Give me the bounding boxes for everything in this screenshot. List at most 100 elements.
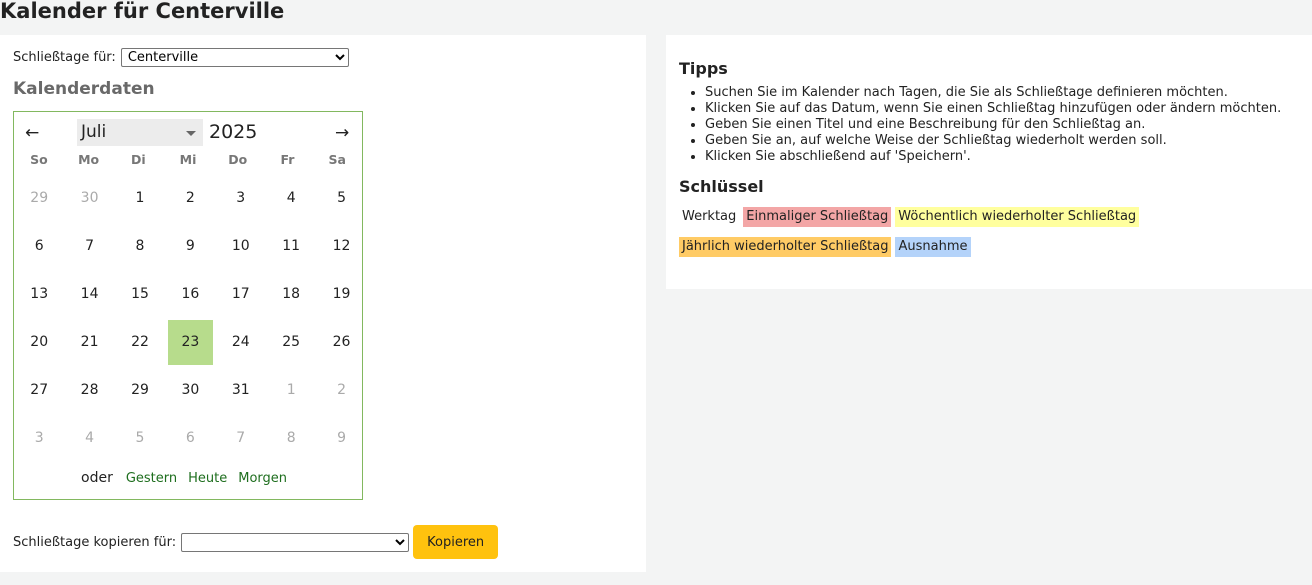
calendar-day[interactable]: 22 [115,318,165,366]
tip-item: Suchen Sie im Kalender nach Tagen, die S… [705,85,1281,101]
yesterday-link[interactable]: Gestern [126,471,177,486]
weekday-label: Sa [328,152,346,167]
calendar-day[interactable]: 29 [14,174,64,222]
calendar-day[interactable]: 2 [316,366,366,414]
calendar-day[interactable]: 3 [216,174,266,222]
chevron-down-icon [186,131,196,136]
calendar-footer: oder Gestern Heute Morgen [14,470,362,486]
calendar-day[interactable]: 5 [316,174,366,222]
weekday-label: Fr [280,152,295,167]
calendar-day[interactable]: 8 [115,222,165,270]
year-label[interactable]: 2025 [209,121,257,143]
calendar-header: ← Juli 2025 → [14,112,362,152]
calendar-day-number: 2 [185,190,195,206]
copy-label: Schließtage kopieren für: [13,534,177,550]
key-exception: Ausnahme [895,237,971,257]
calendar-day-number: 30 [181,382,200,398]
weekday-label: Mi [179,152,197,167]
calendar-day-number: 12 [332,238,351,254]
calendar-day-number: 29 [30,190,49,206]
calendar-day[interactable]: 8 [266,414,316,462]
calendar-day[interactable]: 4 [266,174,316,222]
calendar-day[interactable]: 28 [64,366,114,414]
calendar-day[interactable]: 5 [115,414,165,462]
calendar-day[interactable]: 11 [266,222,316,270]
copy-library-select[interactable] [181,532,410,552]
calendar-day-number: 28 [80,382,99,398]
calendar-day-number: 18 [282,286,301,302]
calendar-day-number: 22 [131,334,149,350]
tips-heading: Tipps [679,59,728,78]
calendar-day-number: 11 [282,238,301,254]
key-single-closed: Einmaliger Schließtag [743,207,892,227]
calendar-day[interactable]: 19 [316,270,366,318]
tomorrow-link[interactable]: Morgen [238,471,287,486]
library-select[interactable]: Centerville [120,48,349,67]
closed-for-row: Schließtage für: Centerville [13,48,349,67]
calendar-day[interactable]: 12 [316,222,366,270]
calendar-day[interactable]: 6 [165,414,215,462]
calendar-day[interactable]: 1 [266,366,316,414]
calendar-day[interactable]: 31 [216,366,266,414]
tip-item: Geben Sie einen Titel und eine Beschreib… [705,117,1281,133]
tip-item: Geben Sie an, auf welche Weise der Schli… [705,133,1281,149]
tips-list: Suchen Sie im Kalender nach Tagen, die S… [679,85,1281,165]
calendar-day[interactable]: 9 [316,414,366,462]
calendar-day[interactable]: 4 [64,414,114,462]
calendar-day-number: 1 [286,382,296,398]
month-select[interactable]: Juli [77,119,203,146]
calendar-day[interactable]: 30 [165,366,215,414]
calendar-day[interactable]: 26 [316,318,366,366]
prev-month-arrow-icon[interactable]: ← [25,123,39,143]
calendar-day-number: 3 [34,430,44,446]
page-title: Kalender für Centerville [0,0,285,23]
calendar-day-number: 8 [135,238,145,254]
key-row: Jährlich wiederholter Schließtag Ausnahm… [679,237,975,257]
copy-row: Schließtage kopieren für: Kopieren [13,525,499,559]
calendar-day-number: 2 [337,382,346,398]
calendar-day[interactable]: 7 [64,222,114,270]
weekday-header: So Mo Di Mi Do Fr Sa [14,152,362,174]
calendar-day[interactable]: 20 [14,318,64,366]
calendar-day-number: 6 [34,238,44,254]
calendar-day-number: 13 [30,286,49,302]
calendar-day[interactable]: 7 [216,414,266,462]
calendar-day[interactable]: 16 [165,270,215,318]
calendar-day[interactable]: 9 [165,222,215,270]
calendar-day-number: 9 [337,430,346,446]
calendar-day-number: 19 [332,286,351,302]
calendar-day-number: 4 [85,430,95,446]
calendar-heading: Kalenderdaten [13,79,155,99]
calendar-day[interactable]: 13 [14,270,64,318]
calendar-day-number: 15 [131,286,149,302]
or-label: oder [81,470,113,486]
calendar-day[interactable]: 10 [216,222,266,270]
weekday-label: Mo [78,152,100,167]
calendar-day[interactable]: 25 [266,318,316,366]
calendar-day-number: 9 [185,238,195,254]
calendar-day[interactable]: 3 [14,414,64,462]
calendar-day[interactable]: 18 [266,270,316,318]
calendar-day[interactable]: 17 [216,270,266,318]
calendar-day[interactable]: 21 [64,318,114,366]
calendar-day[interactable]: 1 [115,174,165,222]
calendar-day-number: 17 [231,286,250,302]
copy-button[interactable]: Kopieren [413,525,499,559]
calendar-day-number: 30 [80,190,99,206]
day-grid: 29 30 1 2 3 4 5 6 7 8 9 10 11 12 13 14 15 16 17 18 19 20 21 22 2… [14,174,362,462]
calendar-day[interactable]: 24 [216,318,266,366]
calendar-day-number: 6 [185,430,195,446]
calendar-day-number: 14 [80,286,99,302]
next-month-arrow-icon[interactable]: → [335,123,349,143]
calendar-day-number: 16 [181,286,200,302]
today-link[interactable]: Heute [188,471,227,486]
calendar-day[interactable]: 14 [64,270,114,318]
weekday-label: Di [130,152,146,167]
calendar-day[interactable]: 6 [14,222,64,270]
calendar-day[interactable]: 15 [115,270,165,318]
calendar-day[interactable]: 27 [14,366,64,414]
calendar-day[interactable]: 30 [64,174,114,222]
calendar-day-today[interactable]: 23 [165,318,215,366]
calendar-day[interactable]: 2 [165,174,215,222]
calendar-day[interactable]: 29 [115,366,165,414]
